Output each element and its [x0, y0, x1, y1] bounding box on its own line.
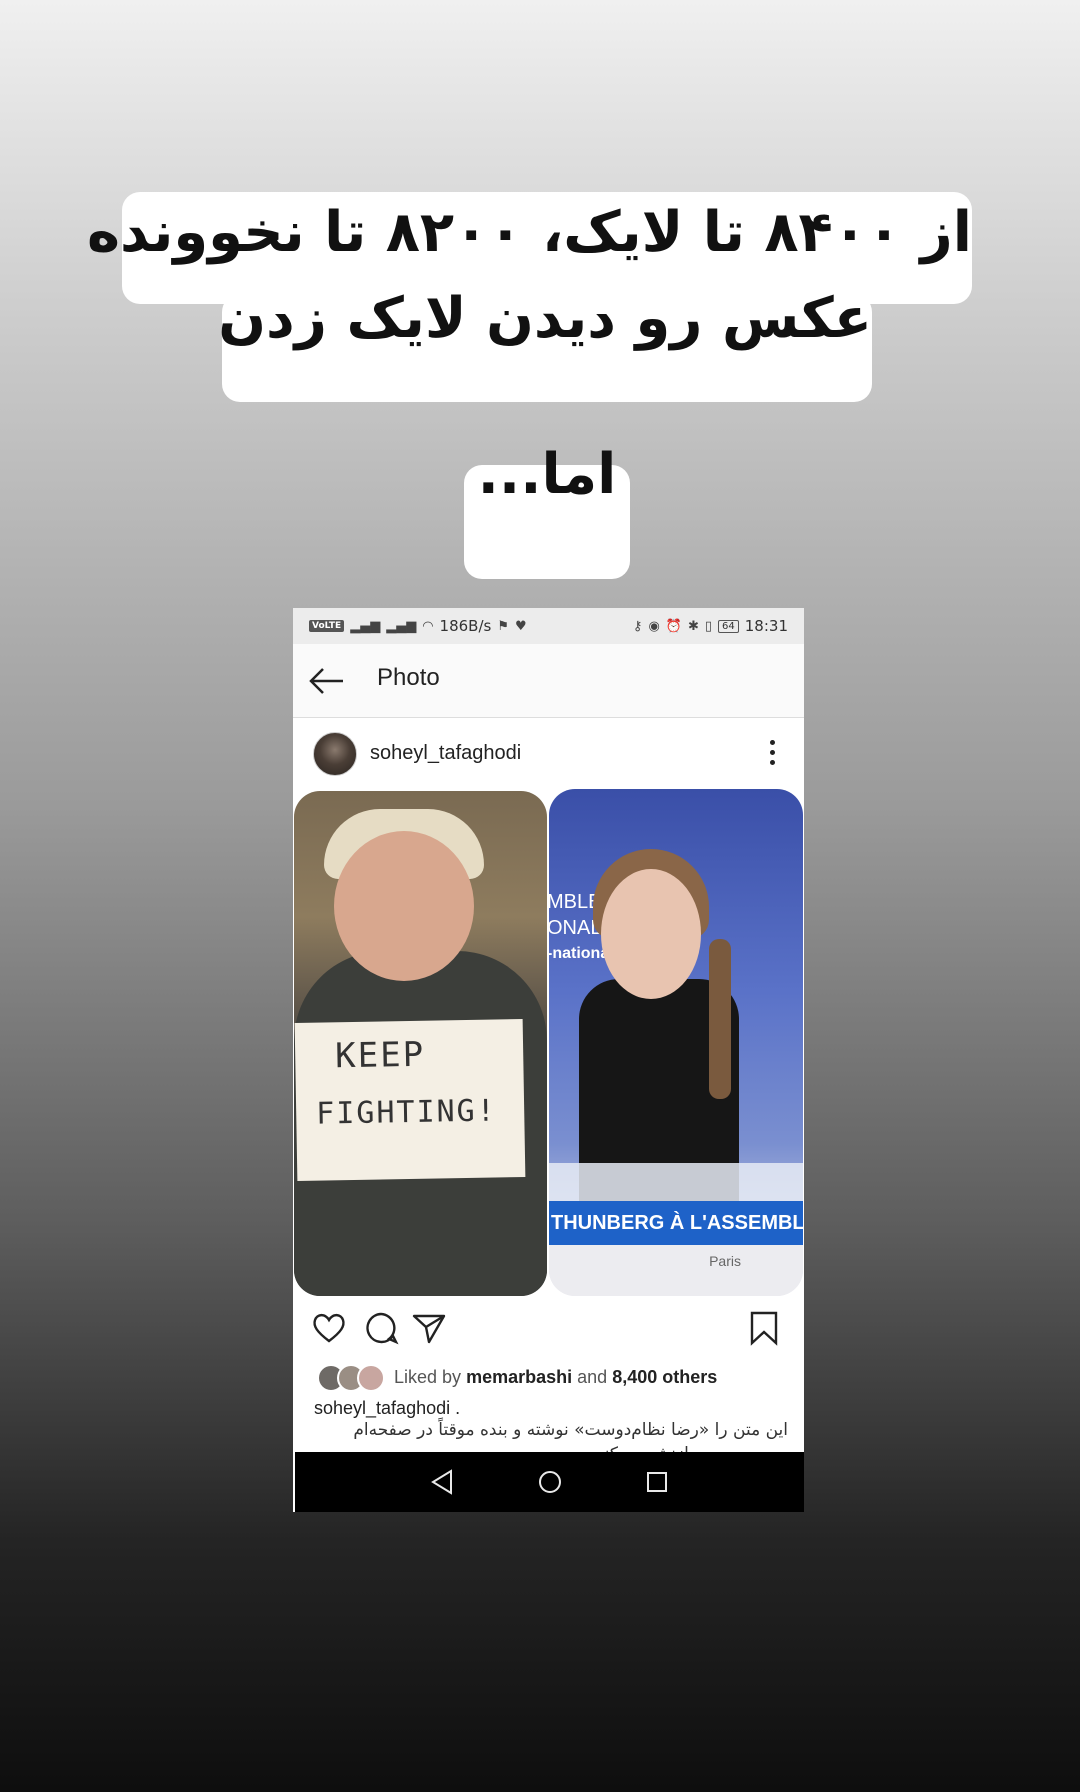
heart-icon[interactable] — [311, 1310, 347, 1346]
caption-username[interactable]: soheyl_tafaghodi . — [314, 1398, 460, 1419]
likes-prefix: Liked by — [394, 1367, 462, 1387]
signal-icon: ▂▄▆ — [350, 618, 381, 634]
back-arrow-icon[interactable] — [307, 664, 347, 698]
vibrate-icon: ▯ — [704, 618, 713, 634]
liker-avatar-3 — [357, 1364, 385, 1392]
volte-badge: VoLTE — [309, 620, 345, 632]
photo-panel-right: MBLE ONALE -nationale THUNBERG À L'ASSEM… — [549, 789, 803, 1296]
heart-health-icon: ♥ — [515, 618, 527, 634]
post-username[interactable]: soheyl_tafaghodi — [370, 742, 521, 765]
battery-icon: 64 — [718, 619, 739, 633]
likes-and: and — [577, 1367, 608, 1387]
clock: 18:31 — [744, 617, 788, 635]
likes-count[interactable]: 8,400 others — [612, 1367, 717, 1387]
comment-icon[interactable] — [363, 1310, 399, 1346]
sign-line-1: KEEP — [334, 1034, 426, 1077]
headline-line-1: از ۸۴۰۰ تا لایک، ۸۲۰۰ تا نخوونده — [86, 200, 972, 265]
figure-face — [334, 831, 474, 981]
likes-text[interactable]: Liked by memarbashi and 8,400 others — [394, 1367, 717, 1388]
lectern — [549, 1163, 803, 1203]
photo-panel-left: KEEP FIGHTING! — [294, 791, 547, 1296]
tv-banner: THUNBERG À L'ASSEMBLÉ — [549, 1201, 803, 1245]
avatar[interactable] — [313, 732, 357, 776]
eye-icon: ◉ — [648, 618, 660, 634]
page-title: Photo — [377, 664, 440, 691]
sign-line-2: FIGHTING! — [315, 1093, 498, 1132]
tv-banner-sub: Paris — [549, 1245, 803, 1296]
caption-text: این متن را «رضا نظام‌دوست» نوشته و بنده … — [353, 1420, 788, 1440]
instagram-screenshot: VoLTE ▂▄▆ ▂▄▆ ◠ 186B/s ⚑ ♥ ⚷ ◉ ⏰ ✱ ▯ 64 … — [293, 608, 804, 1512]
headline-line-2: عکس رو دیدن لایک زدن — [218, 286, 872, 351]
headline-line-3: اما... — [477, 442, 617, 507]
network-speed: 186B/s — [439, 617, 492, 635]
signal-icon-2: ▂▄▆ — [386, 618, 417, 634]
wifi-icon: ◠ — [422, 618, 434, 634]
post-actions — [293, 1298, 804, 1360]
likes-row: Liked by memarbashi and 8,400 others — [293, 1360, 804, 1394]
post-photo[interactable]: KEEP FIGHTING! MBLE ONALE -nationale THU… — [293, 786, 804, 1298]
key-icon: ⚷ — [632, 618, 643, 634]
nav-recents-icon[interactable] — [641, 1466, 673, 1498]
likes-user[interactable]: memarbashi — [466, 1367, 572, 1387]
braid — [709, 939, 731, 1099]
banner-location: Paris — [709, 1253, 741, 1269]
bluetooth-icon: ✱ — [687, 618, 699, 634]
nav-home-icon[interactable] — [534, 1466, 566, 1498]
bookmark-icon[interactable] — [746, 1310, 782, 1346]
status-bar: VoLTE ▂▄▆ ▂▄▆ ◠ 186B/s ⚑ ♥ ⚷ ◉ ⏰ ✱ ▯ 64 … — [293, 608, 804, 644]
sign-paper: KEEP FIGHTING! — [294, 1019, 526, 1181]
more-options-icon[interactable] — [766, 740, 778, 770]
nav-back-icon[interactable] — [427, 1466, 459, 1498]
android-nav-bar — [295, 1452, 804, 1512]
alarm-icon: ⏰ — [665, 618, 682, 634]
post-header: soheyl_tafaghodi — [293, 718, 804, 792]
app-bar: Photo — [293, 644, 804, 718]
figure-face-2 — [601, 869, 701, 999]
notification-icon: ⚑ — [497, 618, 509, 634]
share-icon[interactable] — [411, 1310, 447, 1346]
